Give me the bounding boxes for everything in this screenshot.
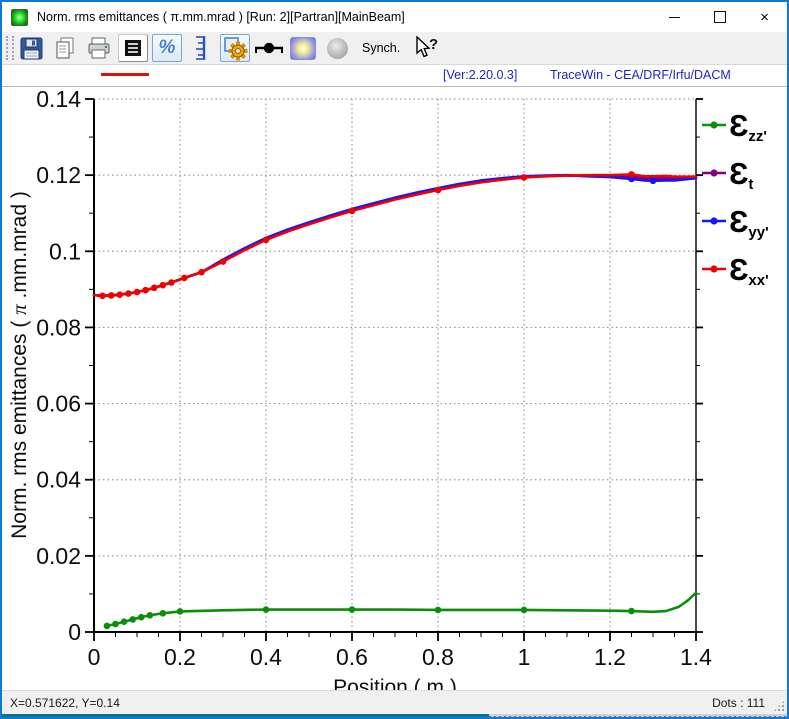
active-tool-underline <box>101 73 149 76</box>
legend-subscript: zz' <box>748 128 767 145</box>
legend-epsilon-symbol: Ɛ <box>729 158 748 189</box>
svg-text:0.14: 0.14 <box>36 87 81 112</box>
svg-text:0.6: 0.6 <box>336 644 368 670</box>
beam-icon <box>254 39 284 57</box>
legend-marker-yy <box>701 215 727 227</box>
toolbar-grip[interactable] <box>6 36 14 60</box>
legend-item-zz[interactable]: Ɛzz' <box>701 101 783 149</box>
print-icon <box>86 36 112 60</box>
svg-text:Position ( m ): Position ( m ) <box>333 676 457 690</box>
svg-text:0.08: 0.08 <box>36 314 81 340</box>
save-icon <box>20 37 43 60</box>
legend-item-t[interactable]: Ɛt <box>701 149 783 197</box>
legend-marker-t <box>701 167 727 179</box>
status-bar: X=0.571622, Y=0.14 Dots : 111 <box>2 690 787 714</box>
record-button[interactable] <box>322 34 352 62</box>
brand-label: TraceWin - CEA/DRF/Irfu/DACM <box>550 68 731 82</box>
window-title: Norm. rms emittances ( π.mm.mrad ) [Run:… <box>37 10 405 24</box>
svg-text:Norm. rms emittances ( π .mm.m: Norm. rms emittances ( π .mm.mrad ) <box>7 191 31 539</box>
legend-item-yy[interactable]: Ɛyy' <box>701 197 783 245</box>
svg-text:0: 0 <box>88 644 101 670</box>
percent-icon: % <box>159 37 176 59</box>
settings-button[interactable] <box>220 34 250 62</box>
save-button[interactable] <box>16 34 46 62</box>
close-button[interactable]: × <box>742 2 787 32</box>
synch-label: Synch. <box>362 41 400 55</box>
version-label: [Ver:2.20.0.3] <box>443 68 517 82</box>
maximize-button[interactable] <box>697 2 742 32</box>
svg-text:0.12: 0.12 <box>36 162 81 188</box>
svg-text:0.02: 0.02 <box>36 543 81 569</box>
svg-text:1: 1 <box>518 644 531 670</box>
settings-icon <box>223 36 248 61</box>
chart-legend: Ɛzz'ƐtƐyy'Ɛxx' <box>701 101 783 293</box>
help-cursor: ? <box>412 34 442 62</box>
copy-button[interactable] <box>50 34 80 62</box>
legend-epsilon-symbol: Ɛ <box>729 110 748 141</box>
copy-icon <box>53 36 77 60</box>
svg-text:0.8: 0.8 <box>422 644 454 670</box>
scale-icon <box>194 35 208 61</box>
report-button[interactable] <box>118 34 148 62</box>
header-strip: [Ver:2.20.0.3] TraceWin - CEA/DRF/Irfu/D… <box>2 65 787 87</box>
svg-text:0.04: 0.04 <box>36 467 81 493</box>
toolbar: % <box>2 32 787 65</box>
svg-text:1.4: 1.4 <box>680 644 712 670</box>
minimize-button[interactable] <box>652 2 697 32</box>
record-icon <box>327 38 348 59</box>
resize-grip[interactable] <box>773 700 785 712</box>
legend-item-xx[interactable]: Ɛxx' <box>701 245 783 293</box>
background-window-sliver <box>2 714 787 719</box>
minimize-icon <box>669 17 680 18</box>
legend-subscript: xx' <box>748 272 768 289</box>
legend-marker-zz <box>701 119 727 131</box>
svg-text:0.1: 0.1 <box>49 238 81 264</box>
maximize-icon <box>714 11 726 23</box>
density-button[interactable] <box>288 34 318 62</box>
report-icon <box>124 39 142 57</box>
beam-button[interactable] <box>254 34 284 62</box>
tracewin-plot-window: Norm. rms emittances ( π.mm.mrad ) [Run:… <box>0 0 789 719</box>
density-icon <box>290 37 316 60</box>
svg-text:1.2: 1.2 <box>594 644 626 670</box>
legend-marker-xx <box>701 263 727 275</box>
percent-button[interactable]: % <box>152 34 182 62</box>
background-window-gray-bar <box>489 714 787 719</box>
legend-subscript: yy' <box>748 224 768 241</box>
help-cursor-icon: ? <box>414 36 440 60</box>
app-icon <box>11 9 28 26</box>
svg-text:0.4: 0.4 <box>250 644 282 670</box>
legend-epsilon-symbol: Ɛ <box>729 254 748 285</box>
legend-epsilon-symbol: Ɛ <box>729 206 748 237</box>
background-window-teal-bar <box>2 714 489 719</box>
dots-count: Dots : 111 <box>712 696 765 710</box>
scale-button[interactable] <box>186 34 216 62</box>
legend-subscript: t <box>748 176 753 193</box>
svg-text:0.06: 0.06 <box>36 391 81 417</box>
chart-area: 0 0.2 0.4 0.6 0.8 1 1.2 1.4 0 0.02 0.04 0.06 0.08 0.1… <box>2 87 787 690</box>
svg-text:?: ? <box>429 36 438 53</box>
cursor-coordinates: X=0.571622, Y=0.14 <box>10 696 120 710</box>
title-bar[interactable]: Norm. rms emittances ( π.mm.mrad ) [Run:… <box>2 2 787 32</box>
print-button[interactable] <box>84 34 114 62</box>
emittance-chart[interactable]: 0 0.2 0.4 0.6 0.8 1 1.2 1.4 0 0.02 0.04 0.06 0.08 0.1… <box>2 87 787 690</box>
svg-text:0.2: 0.2 <box>164 644 196 670</box>
svg-text:0: 0 <box>68 619 81 645</box>
